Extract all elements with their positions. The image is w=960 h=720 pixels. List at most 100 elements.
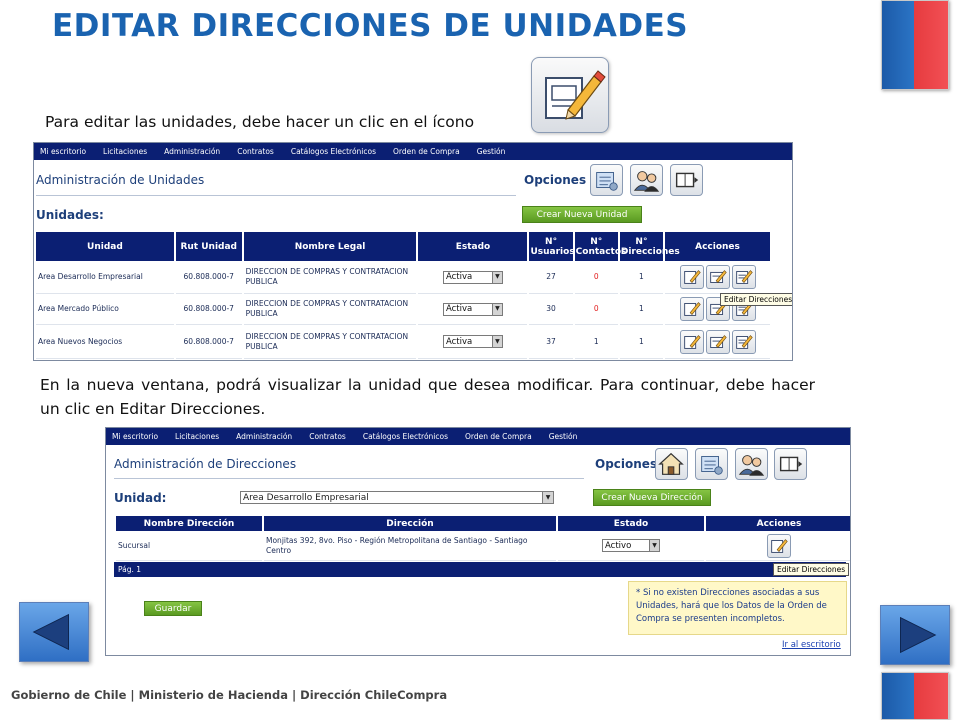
save-button[interactable]: Guardar	[144, 601, 202, 616]
nav-item-licitaciones[interactable]: Licitaciones	[103, 147, 147, 156]
units-table: Unidad Rut Unidad Nombre Legal Estado N°…	[34, 232, 772, 359]
cell-rut: 60.808.000-7	[175, 261, 242, 294]
next-slide-button[interactable]	[880, 605, 950, 665]
edit-icon[interactable]	[679, 265, 704, 289]
edit-contacts-icon[interactable]	[731, 265, 756, 289]
cell-contactos: 0	[574, 261, 618, 294]
unit-label: Unidad:	[114, 491, 167, 505]
status-select[interactable]: Activo ▼	[602, 539, 660, 552]
cell-contactos: 0	[574, 294, 618, 325]
edit-icon[interactable]	[679, 297, 704, 321]
chile-flag-decoration-top	[881, 0, 949, 90]
nav-item-gestion[interactable]: Gestión	[477, 147, 506, 156]
cell-rut: 60.808.000-7	[175, 294, 242, 325]
nav-item-contratos[interactable]: Contratos	[309, 432, 346, 441]
screenshot-administracion-direcciones: Mi escritorio Licitaciones Administració…	[105, 427, 851, 656]
cell-nombre-legal: DIRECCION DE COMPRAS Y CONTRATACION PUBL…	[243, 261, 417, 294]
page-title: Administración de Direcciones	[114, 457, 297, 471]
cell-direcciones: 1	[619, 294, 664, 325]
col-header-estado[interactable]: Estado	[418, 232, 528, 261]
notice-box: * Si no existen Direcciones asociadas a …	[628, 581, 847, 635]
edit-icon[interactable]	[679, 329, 704, 354]
col-header-rut[interactable]: Rut Unidad	[175, 232, 242, 261]
cell-nombre-legal: DIRECCION DE COMPRAS Y CONTRATACION PUBL…	[243, 325, 417, 359]
slide-title: EDITAR DIRECCIONES DE UNIDADES	[52, 8, 689, 44]
col-header-direccion[interactable]: Dirección	[264, 516, 556, 531]
cell-direcciones: 1	[619, 261, 664, 294]
nav-item-administracion[interactable]: Administración	[164, 147, 220, 156]
nav-item-orden-compra[interactable]: Orden de Compra	[393, 147, 460, 156]
cell-usuarios: 27	[529, 261, 573, 294]
top-nav-menu: Mi escritorio Licitaciones Administració…	[34, 143, 792, 160]
col-header-nombre-legal[interactable]: Nombre Legal	[243, 232, 417, 261]
screenshot-administracion-unidades: Mi escritorio Licitaciones Administració…	[33, 142, 793, 361]
col-header-direcciones[interactable]: N° Direcciones	[619, 232, 680, 261]
addresses-table: Nombre Dirección Dirección Estado Accion…	[114, 516, 850, 561]
home-icon[interactable]	[655, 448, 688, 480]
edit-addresses-icon[interactable]	[705, 265, 730, 289]
cell-contactos: 1	[574, 325, 618, 359]
status-select[interactable]: Activa ▼	[442, 302, 503, 316]
nav-item-catalogos[interactable]: Catálogos Electrónicos	[291, 147, 376, 156]
create-address-button[interactable]: Crear Nueva Dirección	[593, 489, 711, 506]
nav-item-administracion[interactable]: Administración	[236, 432, 292, 441]
col-header-estado[interactable]: Estado	[558, 516, 704, 531]
top-nav-menu: Mi escritorio Licitaciones Administració…	[106, 428, 850, 445]
divider	[36, 195, 516, 196]
cell-rut: 60.808.000-7	[175, 325, 242, 359]
prev-triangle-icon	[32, 613, 69, 651]
nav-item-mi-escritorio[interactable]: Mi escritorio	[112, 432, 158, 441]
table-row: Area Mercado Público 60.808.000-7 DIRECC…	[36, 294, 770, 325]
desk-link[interactable]: Ir al escritorio	[782, 640, 841, 650]
table-row: Sucursal Monjitas 392, 8vo. Piso - Regió…	[116, 531, 850, 561]
divider	[114, 478, 584, 479]
prev-slide-button[interactable]	[19, 602, 89, 662]
cell-usuarios: 37	[529, 325, 573, 359]
options-label: Opciones	[524, 173, 587, 187]
cell-nombre-legal: DIRECCION DE COMPRAS Y CONTRATACION PUBL…	[243, 294, 417, 325]
edit-pencil-icon	[531, 57, 609, 133]
next-triangle-icon	[900, 616, 937, 654]
status-select[interactable]: Activa ▼	[442, 335, 503, 348]
unit-select[interactable]: Area Desarrollo Empresarial ▼	[240, 491, 554, 504]
chile-flag-decoration-bottom	[881, 672, 949, 720]
tooltip: Editar Direcciones	[720, 293, 792, 306]
edit-addresses-icon[interactable]	[705, 329, 730, 354]
nav-item-licitaciones[interactable]: Licitaciones	[175, 432, 219, 441]
footer-text: Gobierno de Chile | Ministerio de Hacien…	[11, 688, 448, 702]
instruction-text-2: En la nueva ventana, podrá visualizar la…	[40, 376, 815, 418]
page-title: Administración de Unidades	[36, 173, 205, 187]
edit-icon[interactable]	[767, 533, 791, 558]
book-icon[interactable]	[774, 448, 807, 480]
book-icon[interactable]	[670, 164, 703, 196]
cell-direccion: Monjitas 392, 8vo. Piso - Región Metropo…	[264, 531, 556, 561]
tooltip: Editar Direcciones	[773, 563, 850, 576]
nav-item-contratos[interactable]: Contratos	[237, 147, 274, 156]
cell-unidad: Area Mercado Público	[36, 294, 174, 325]
cell-direcciones: 1	[619, 325, 664, 359]
settings-list-icon[interactable]	[590, 164, 623, 196]
nav-item-mi-escritorio[interactable]: Mi escritorio	[40, 147, 86, 156]
pagination-text[interactable]: Pág. 1	[118, 565, 141, 574]
cell-unidad: Area Desarrollo Empresarial	[36, 261, 174, 294]
options-label: Opciones	[595, 457, 658, 471]
settings-list-icon[interactable]	[695, 448, 728, 480]
edit-contacts-icon[interactable]	[731, 329, 756, 354]
cell-unidad: Area Nuevos Negocios	[36, 325, 174, 359]
col-header-nombre-direccion[interactable]: Nombre Dirección	[116, 516, 262, 531]
col-header-usuarios[interactable]: N° Usuarios	[529, 232, 575, 261]
table-row: Area Nuevos Negocios 60.808.000-7 DIRECC…	[36, 325, 770, 359]
status-select[interactable]: Activa ▼	[442, 270, 503, 284]
col-header-unidad[interactable]: Unidad	[36, 232, 174, 261]
users-icon[interactable]	[735, 448, 768, 480]
create-unit-button[interactable]: Crear Nueva Unidad	[522, 206, 642, 223]
units-label: Unidades:	[36, 208, 104, 222]
col-header-acciones: Acciones	[706, 516, 850, 531]
col-header-acciones: Acciones	[665, 232, 770, 261]
col-header-contactos[interactable]: N° Contactos	[574, 232, 626, 261]
nav-item-orden-compra[interactable]: Orden de Compra	[465, 432, 532, 441]
table-row: Area Desarrollo Empresarial 60.808.000-7…	[36, 261, 770, 294]
nav-item-gestion[interactable]: Gestión	[549, 432, 578, 441]
nav-item-catalogos[interactable]: Catálogos Electrónicos	[363, 432, 448, 441]
users-icon[interactable]	[630, 164, 663, 196]
